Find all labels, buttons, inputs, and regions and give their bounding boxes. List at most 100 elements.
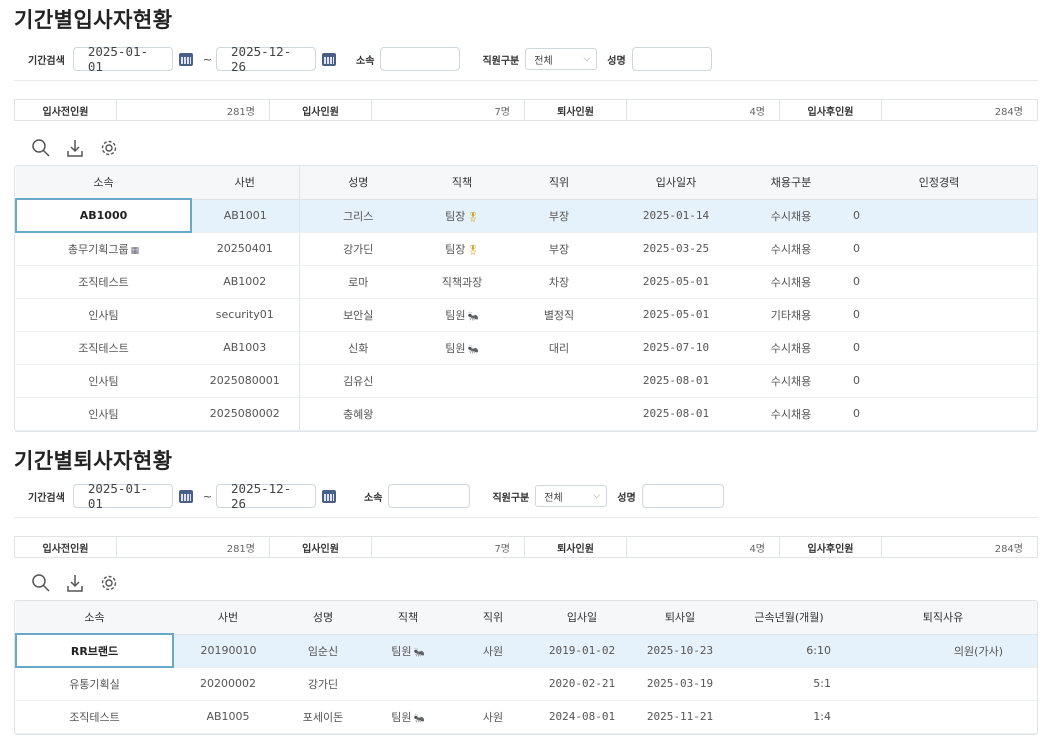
cell-rank[interactable]: 부장 [507,232,611,266]
cell-leave-date[interactable]: 2025-10-23 [631,634,729,668]
cell-duty[interactable]: 팀장 🎖 [417,232,507,266]
cell-tenure[interactable]: 5:1 [729,667,849,701]
table-row[interactable]: RR브랜드 20190010 임순신 팀원 🐜 사원 2019-01-02 2025-10-2… [15,633,1037,668]
column-header[interactable]: 입사일자 [611,166,741,200]
cell-career[interactable]: 0 [841,364,1037,398]
cell-org[interactable]: 조직테스트 [16,331,191,365]
cell-emp-no[interactable]: 2025080001 [191,364,300,398]
cell-org[interactable]: 인사팀 [16,397,191,431]
resign-start-date-input[interactable]: 2025-01-01 [72,481,173,511]
gear-icon[interactable] [98,572,120,594]
calendar-icon[interactable] [178,489,193,503]
column-header[interactable]: 성명 [299,166,417,200]
column-header[interactable]: 성명 [283,601,363,635]
cell-join-date[interactable]: 2020-02-21 [533,667,631,701]
column-header[interactable]: 인정경력 [841,166,1037,200]
cell-rank[interactable]: 별정직 [507,298,611,332]
hire-name-input[interactable] [631,47,712,71]
cell-duty[interactable]: 팀원 🐜 [363,634,453,668]
cell-reason[interactable] [849,700,1037,734]
column-header[interactable]: 채용구분 [741,166,841,200]
column-header[interactable]: 입사일 [533,601,631,635]
column-header[interactable]: 퇴사일 [631,601,729,635]
column-header[interactable]: 직책 [363,601,453,635]
table-row[interactable]: AB1000 AB1001 그리스 팀장 🎖 부장 2025-01-14 수시채용 0 [15,198,1037,233]
cell-name[interactable]: 강가딘 [299,232,417,266]
cell-hire-type[interactable]: 기타채용 [741,298,841,332]
table-row[interactable]: 유통기획실 20200002 강가딘 2020-02-21 2025-03-19 5:1 [16,667,1037,701]
cell-emp-no[interactable]: AB1005 [173,700,283,734]
cell-name[interactable]: 보안실 [299,298,417,332]
cell-hire-type[interactable]: 수시채용 [741,397,841,431]
cell-reason[interactable]: 의원(가사) [849,634,1037,668]
cell-career[interactable]: 0 [841,397,1037,431]
cell-hire-type[interactable]: 수시채용 [741,331,841,365]
column-header[interactable]: 사번 [173,601,283,635]
resign-name-input[interactable] [641,484,724,508]
column-header[interactable]: 소속 [16,601,173,635]
resign-org-input[interactable] [388,484,471,508]
cell-hire-type[interactable]: 수시채용 [741,232,841,266]
cell-leave-date[interactable]: 2025-03-19 [631,667,729,701]
cell-name[interactable]: 충혜왕 [299,397,417,431]
column-header[interactable]: 직위 [507,166,611,200]
cell-rank[interactable] [453,667,533,701]
table-row[interactable]: 조직테스트 AB1003 신화 팀원 🐜 대리 2025-07-10 수시채용 0 [16,331,1037,365]
cell-emp-no[interactable]: security01 [191,298,300,332]
cell-rank[interactable]: 사원 [453,634,533,668]
cell-hire-type[interactable]: 수시채용 [741,364,841,398]
cell-tenure[interactable]: 1:4 [729,700,849,734]
cell-duty[interactable]: 팀원 🐜 [363,700,453,734]
cell-emp-no[interactable]: 2025080002 [191,397,300,431]
search-icon[interactable] [30,137,52,159]
column-header[interactable]: 직책 [417,166,507,200]
cell-duty[interactable] [363,667,453,701]
cell-rank[interactable]: 차장 [507,265,611,299]
cell-career[interactable]: 0 [841,331,1037,365]
column-header[interactable]: 직위 [453,601,533,635]
resign-type-select[interactable]: 전체 ⌵ [535,485,608,507]
column-header[interactable]: 퇴직사유 [849,601,1037,635]
cell-emp-no[interactable]: AB1001 [191,199,300,233]
table-row[interactable]: 인사팀 2025080002 충혜왕 2025-08-01 수시채용 0 [16,397,1037,431]
table-row[interactable]: 인사팀 2025080001 김유신 2025-08-01 수시채용 0 [16,364,1037,398]
cell-join-date[interactable]: 2024-08-01 [533,700,631,734]
cell-hire-type[interactable]: 수시채용 [741,199,841,233]
column-header[interactable]: 근속년월(개월) [729,601,849,635]
cell-name[interactable]: 그리스 [299,199,417,233]
cell-emp-no[interactable]: AB1003 [191,331,300,365]
table-row[interactable]: 인사팀 security01 보안실 팀원 🐜 별정직 2025-05-01 기타채용 0 [16,298,1037,332]
table-row[interactable]: 조직테스트 AB1005 포세이돈 팀원 🐜 사원 2024-08-01 2025-11-21… [16,700,1037,734]
cell-duty[interactable] [417,397,507,431]
column-header[interactable]: 사번 [191,166,300,200]
hire-start-date-input[interactable]: 2025-01-01 [72,44,173,74]
cell-org[interactable]: 인사팀 [16,364,191,398]
cell-rank[interactable] [507,364,611,398]
cell-name[interactable]: 강가딘 [283,667,363,701]
cell-org[interactable]: AB1000 [15,198,192,233]
calendar-icon[interactable] [322,52,337,66]
cell-duty[interactable]: 팀장 🎖 [417,199,507,233]
cell-rank[interactable]: 사원 [453,700,533,734]
cell-name[interactable]: 신화 [299,331,417,365]
cell-emp-no[interactable]: 20190010 [173,634,283,668]
cell-org[interactable]: 총무기획그룹 ▦ [16,232,191,266]
cell-rank[interactable]: 대리 [507,331,611,365]
cell-reason[interactable] [849,667,1037,701]
cell-duty[interactable] [417,364,507,398]
cell-rank[interactable] [507,397,611,431]
table-row[interactable]: 총무기획그룹 ▦ 20250401 강가딘 팀장 🎖 부장 2025-03-25 수시채용 0 [16,232,1037,266]
cell-org[interactable]: 인사팀 [16,298,191,332]
cell-leave-date[interactable]: 2025-11-21 [631,700,729,734]
cell-org[interactable]: 조직테스트 [16,700,173,734]
cell-rank[interactable]: 부장 [507,199,611,233]
cell-hire-type[interactable]: 수시채용 [741,265,841,299]
cell-duty[interactable]: 팀원 🐜 [417,298,507,332]
cell-career[interactable]: 0 [841,265,1037,299]
cell-name[interactable]: 임순신 [283,634,363,668]
cell-hire-date[interactable]: 2025-07-10 [611,331,741,365]
hire-type-select[interactable]: 전체 ⌵ [525,48,598,70]
cell-career[interactable]: 0 [841,199,1037,233]
download-icon[interactable] [64,137,86,159]
hire-end-date-input[interactable]: 2025-12-26 [216,44,317,74]
